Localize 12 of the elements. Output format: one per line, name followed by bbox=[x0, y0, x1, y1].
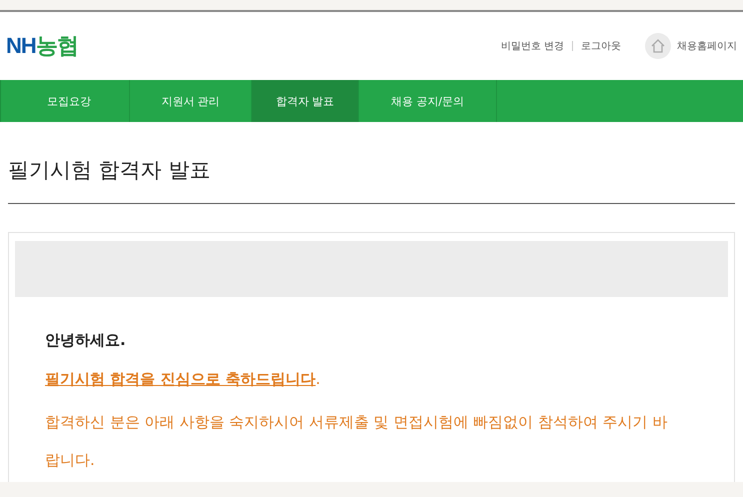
body-text: 합격하신 분은 아래 사항을 숙지하시어 서류제출 및 면접시험에 빠짐없이 참석하여 주시기 바랍니다. bbox=[45, 412, 668, 471]
nav-tab[interactable]: 합격자 발표 bbox=[252, 80, 359, 122]
home-link[interactable]: 채용홈페이지 bbox=[645, 33, 737, 59]
logo: NH농협 bbox=[6, 32, 78, 61]
header-link[interactable]: 로그아웃 bbox=[581, 39, 621, 53]
header-link[interactable]: 비밀번호 변경 bbox=[500, 39, 564, 53]
greeting-text: 안녕하세요. bbox=[45, 331, 127, 350]
nav-tab[interactable]: 채용 공지/문의 bbox=[359, 80, 497, 122]
page-title: 필기시험 합격자 발표 bbox=[7, 157, 212, 184]
nav-tab[interactable]: 모집요강 bbox=[9, 80, 130, 122]
congrats-text: 필기시험 합격을 진심으로 축하드립니다. bbox=[45, 370, 322, 389]
home-icon bbox=[645, 33, 671, 59]
